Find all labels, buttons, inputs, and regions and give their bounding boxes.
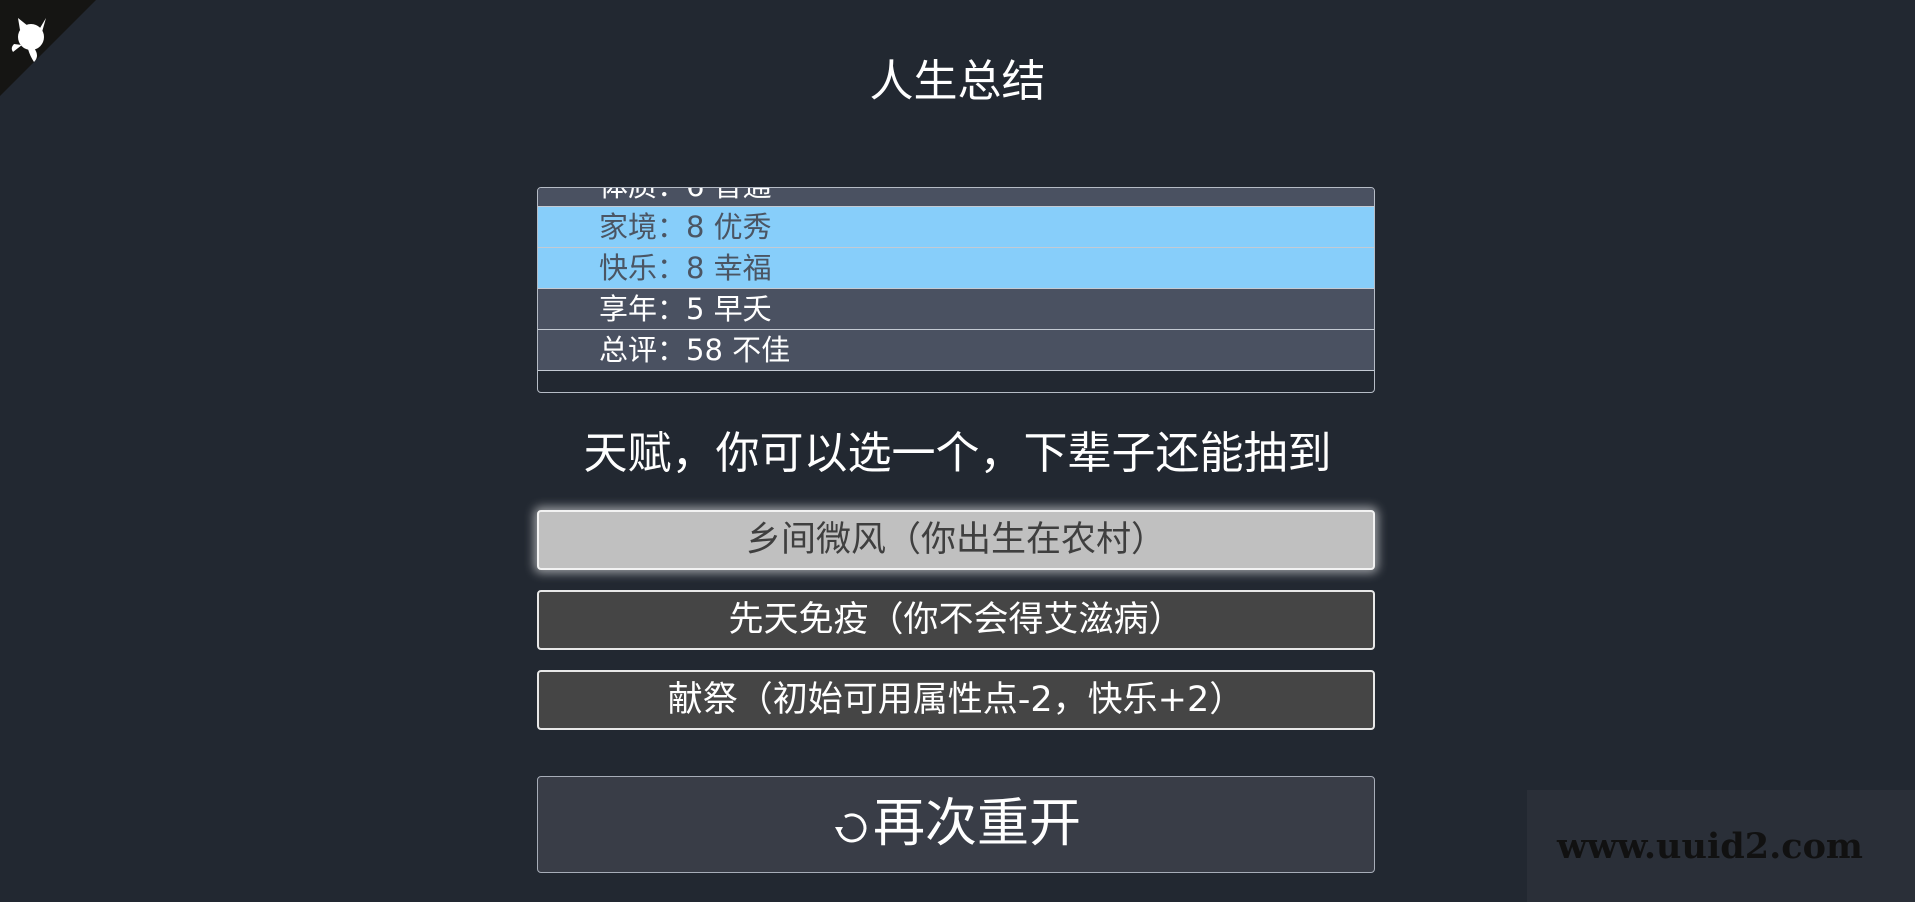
talent-option-sacrifice[interactable]: 献祭（初始可用属性点-2，快乐+2） xyxy=(537,670,1375,730)
life-summary-list[interactable]: 体质：6 普通 家境：8 优秀 快乐：8 幸福 享年：5 早夭 总评：58 不佳 xyxy=(537,187,1375,393)
talent-option-rural-breeze[interactable]: 乡间微风（你出生在农村） xyxy=(537,510,1375,570)
summary-row-happiness: 快乐：8 幸福 xyxy=(538,248,1374,289)
restart-label: 再次重开 xyxy=(872,794,1081,854)
talent-heading: 天赋，你可以选一个，下辈子还能抽到 xyxy=(583,428,1332,479)
summary-row-overall: 总评：58 不佳 xyxy=(538,330,1374,371)
summary-row-family: 家境：8 优秀 xyxy=(538,207,1374,248)
page-title: 人生总结 xyxy=(869,56,1046,107)
watermark-text: www.uuid2.com xyxy=(1557,826,1863,867)
talent-option-immunity[interactable]: 先天免疫（你不会得艾滋病） xyxy=(537,590,1375,650)
restart-button[interactable]: 再次重开 xyxy=(537,776,1375,873)
summary-row-constitution: 体质：6 普通 xyxy=(538,188,1374,207)
refresh-icon xyxy=(831,780,871,875)
summary-row-lifespan: 享年：5 早夭 xyxy=(538,289,1374,330)
watermark: www.uuid2.com xyxy=(1527,790,1915,902)
